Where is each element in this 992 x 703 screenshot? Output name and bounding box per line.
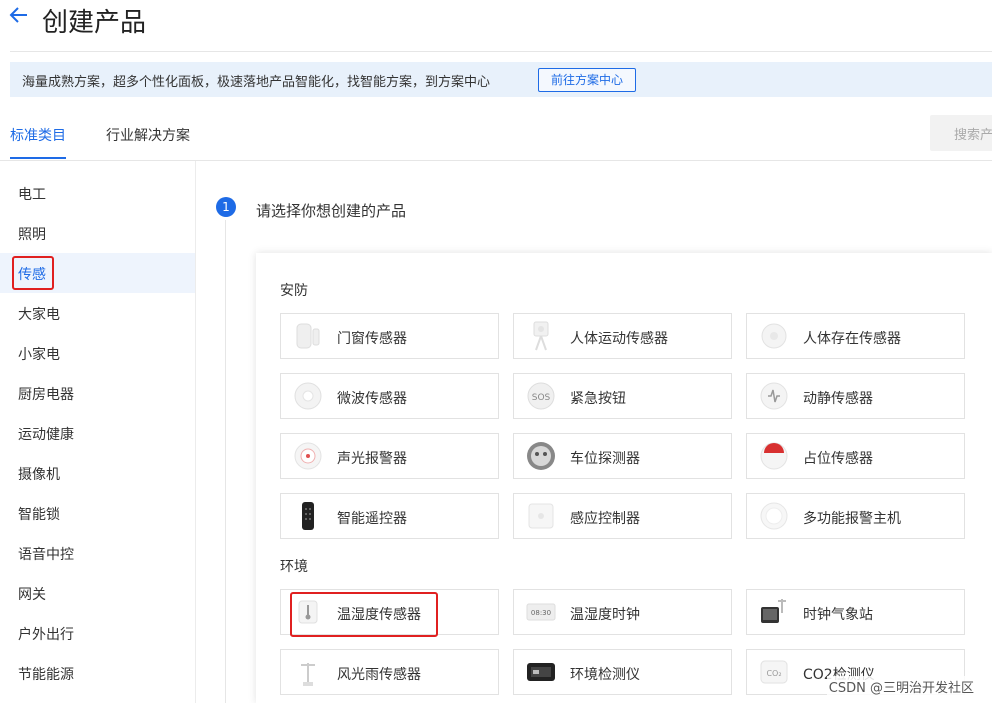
product-label: 环境检测仪 <box>570 667 640 683</box>
product-card-sensing-controller[interactable]: 感应控制器 <box>513 493 732 539</box>
solution-banner: 海量成熟方案，超多个性化面板，极速落地产品智能化，找智能方案，到方案中心 前往方… <box>10 62 992 97</box>
sensing-controller-icon <box>526 501 556 531</box>
parking-detector-icon <box>526 441 556 471</box>
banner-text: 海量成熟方案，超多个性化面板，极速落地产品智能化，找智能方案，到方案中心 <box>22 75 491 90</box>
product-card-sos-button[interactable]: SOS 紧急按钮 <box>513 373 732 419</box>
step-instruction: 请选择你想创建的产品 <box>256 202 407 220</box>
active-tab-indicator <box>10 157 66 159</box>
temp-humidity-highlight-box <box>290 592 438 637</box>
product-panel: 安防 门窗传感器 人体运动传感器 人体存在传感器 微波传感器 SOS 紧急按钮 … <box>256 253 992 703</box>
arrow-left-icon[interactable] <box>8 4 30 32</box>
clock-display-icon: 08:30 <box>526 597 556 627</box>
product-card-occupancy-sensor[interactable]: 占位传感器 <box>746 433 965 479</box>
product-label: 紧急按钮 <box>570 391 626 407</box>
category-tabs: 标准类目 行业解决方案 搜索产 <box>0 115 992 161</box>
sidebar-item-voice-control[interactable]: 语音中控 <box>0 533 195 573</box>
step-number-badge: 1 <box>216 197 236 217</box>
sidebar-item-label: 网关 <box>18 587 46 603</box>
tab-industry-solutions[interactable]: 行业解决方案 <box>106 125 190 145</box>
siren-icon <box>293 441 323 471</box>
search-placeholder: 搜索产 <box>954 128 992 143</box>
vibration-sensor-icon <box>759 381 789 411</box>
sidebar-item-label: 小家电 <box>18 347 60 363</box>
sidebar-item-electrical[interactable]: 电工 <box>0 173 195 213</box>
product-label: 声光报警器 <box>337 451 407 467</box>
product-card-parking-detector[interactable]: 车位探测器 <box>513 433 732 479</box>
sidebar-item-label: 厨房电器 <box>18 387 74 403</box>
product-card-temp-humidity-clock[interactable]: 08:30 温湿度时钟 <box>513 589 732 635</box>
header-divider <box>10 51 992 52</box>
solution-center-button[interactable]: 前往方案中心 <box>538 68 636 92</box>
sidebar-item-fitness[interactable]: 运动健康 <box>0 413 195 453</box>
sidebar-item-kitchen[interactable]: 厨房电器 <box>0 373 195 413</box>
product-label: 时钟气象站 <box>803 607 873 623</box>
door-sensor-icon <box>293 321 323 351</box>
env-monitor-icon <box>526 657 556 687</box>
category-sidebar: 电工 照明 传感 大家电 小家电 厨房电器 运动健康 摄像机 智能锁 语音中控 … <box>0 161 196 703</box>
product-label: 微波传感器 <box>337 391 407 407</box>
page-title: 创建产品 <box>42 8 147 38</box>
presence-sensor-icon <box>759 321 789 351</box>
sidebar-item-label: 语音中控 <box>18 547 74 563</box>
sidebar-item-label: 电工 <box>18 187 46 203</box>
product-label: 占位传感器 <box>803 451 873 467</box>
product-card-door-sensor[interactable]: 门窗传感器 <box>280 313 499 359</box>
product-card-weather-station[interactable]: 时钟气象站 <box>746 589 965 635</box>
sidebar-item-small-appliances[interactable]: 小家电 <box>0 333 195 373</box>
alarm-hub-icon <box>759 501 789 531</box>
product-label: 车位探测器 <box>570 451 640 467</box>
co2-badge-text: CO₂ <box>766 669 781 678</box>
weather-station-icon <box>759 597 789 627</box>
product-label: 风光雨传感器 <box>337 667 421 683</box>
sidebar-item-gateway[interactable]: 网关 <box>0 573 195 613</box>
sidebar-item-lighting[interactable]: 照明 <box>0 213 195 253</box>
sidebar-item-large-appliances[interactable]: 大家电 <box>0 293 195 333</box>
product-label: 多功能报警主机 <box>803 511 901 527</box>
page-header: 创建产品 <box>0 0 992 52</box>
product-label: 动静传感器 <box>803 391 873 407</box>
product-label: 人体运动传感器 <box>570 331 668 347</box>
product-label: 人体存在传感器 <box>803 331 901 347</box>
category-title-security: 安防 <box>280 283 308 299</box>
product-label: 温湿度时钟 <box>570 607 640 623</box>
sidebar-item-label: 智能锁 <box>18 507 60 523</box>
product-card-remote-control[interactable]: 智能遥控器 <box>280 493 499 539</box>
co2-monitor-icon: CO₂ <box>759 657 789 687</box>
wind-sensor-icon <box>293 657 323 687</box>
sidebar-item-label: 户外出行 <box>18 627 74 643</box>
sidebar-item-label: 大家电 <box>18 307 60 323</box>
sensors-highlight-box <box>12 256 54 290</box>
product-card-vibration-sensor[interactable]: 动静传感器 <box>746 373 965 419</box>
product-card-env-monitor[interactable]: 环境检测仪 <box>513 649 732 695</box>
tab-standard-categories[interactable]: 标准类目 <box>10 125 66 145</box>
motion-sensor-icon <box>526 321 556 351</box>
product-card-presence-sensor[interactable]: 人体存在传感器 <box>746 313 965 359</box>
occupancy-sensor-icon <box>759 441 789 471</box>
product-card-alarm-hub[interactable]: 多功能报警主机 <box>746 493 965 539</box>
sidebar-item-camera[interactable]: 摄像机 <box>0 453 195 493</box>
product-label: 智能遥控器 <box>337 511 407 527</box>
clock-display-text: 08:30 <box>531 609 551 617</box>
product-card-siren[interactable]: 声光报警器 <box>280 433 499 479</box>
sidebar-item-outdoor[interactable]: 户外出行 <box>0 613 195 653</box>
product-card-microwave-sensor[interactable]: 微波传感器 <box>280 373 499 419</box>
sidebar-item-label: 照明 <box>18 227 46 243</box>
step-connector-line <box>225 220 226 703</box>
sidebar-item-smart-lock[interactable]: 智能锁 <box>0 493 195 533</box>
sidebar-item-label: 运动健康 <box>18 427 74 443</box>
sidebar-item-label: 摄像机 <box>18 467 60 483</box>
svg-text:SOS: SOS <box>532 393 551 403</box>
sos-button-icon: SOS <box>526 381 556 411</box>
csdn-watermark: CSDN @三明治开发社区 <box>826 676 976 697</box>
remote-control-icon <box>293 501 323 531</box>
product-card-wind-sensor[interactable]: 风光雨传感器 <box>280 649 499 695</box>
product-label: 门窗传感器 <box>337 331 407 347</box>
search-input[interactable]: 搜索产 <box>930 115 992 151</box>
sidebar-item-label: 节能能源 <box>18 667 74 683</box>
category-title-environment: 环境 <box>280 559 308 575</box>
product-label: 感应控制器 <box>570 511 640 527</box>
microwave-sensor-icon <box>293 381 323 411</box>
product-card-motion-sensor[interactable]: 人体运动传感器 <box>513 313 732 359</box>
sidebar-item-energy[interactable]: 节能能源 <box>0 653 195 693</box>
